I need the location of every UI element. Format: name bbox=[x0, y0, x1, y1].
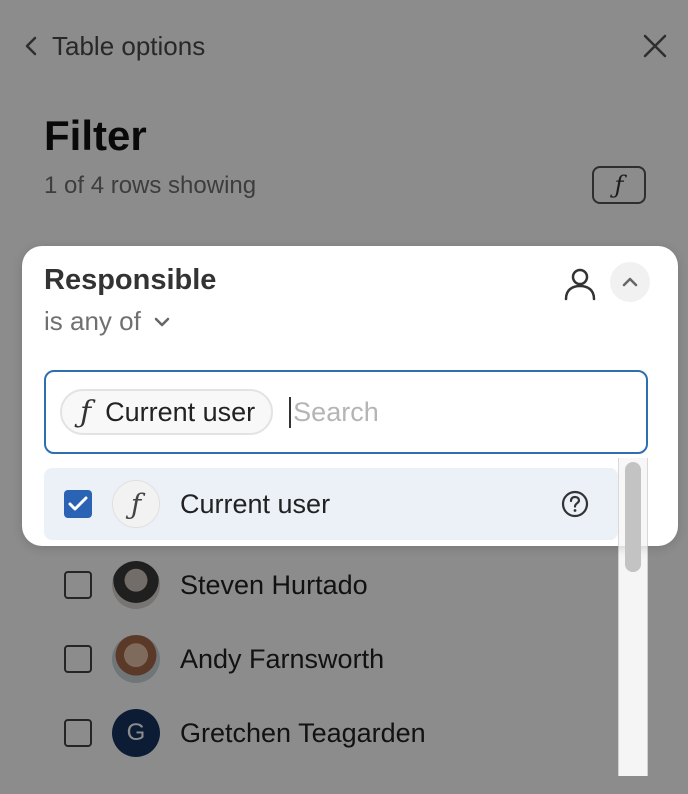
close-button[interactable] bbox=[640, 31, 670, 61]
option-list-scrollbar[interactable] bbox=[618, 458, 648, 572]
help-icon[interactable] bbox=[560, 489, 590, 519]
option-label: Andy Farnsworth bbox=[180, 643, 385, 674]
filter-field-name: Responsible bbox=[44, 264, 217, 296]
function-icon: ƒ bbox=[80, 394, 92, 430]
chevron-up-icon bbox=[622, 277, 638, 287]
option-checkbox[interactable] bbox=[64, 571, 92, 599]
option-label: Steven Hurtado bbox=[180, 569, 368, 600]
scrollbar-thumb[interactable] bbox=[625, 462, 641, 572]
list-item[interactable]: G Gretchen Teagarden bbox=[44, 696, 620, 770]
collapse-button[interactable] bbox=[610, 262, 650, 302]
filter-condition-popover: Responsible is any of ƒ Current user ƒ C… bbox=[22, 246, 678, 572]
back-label: Table options bbox=[52, 30, 206, 61]
function-icon: ƒ bbox=[112, 480, 160, 528]
checkmark-icon bbox=[68, 496, 88, 511]
list-item[interactable]: ƒ Current user bbox=[44, 468, 618, 540]
top-bar: Table options bbox=[22, 28, 670, 64]
list-item[interactable]: Steven Hurtado bbox=[44, 548, 620, 622]
search-input[interactable] bbox=[289, 396, 574, 428]
operator-label: is any of bbox=[44, 306, 141, 336]
list-item[interactable]: Andy Farnsworth bbox=[44, 622, 620, 696]
option-list: Steven Hurtado Andy Farnsworth G Gretche… bbox=[44, 548, 620, 770]
chip-label: Current user bbox=[105, 396, 256, 427]
option-label: Gretchen Teagarden bbox=[180, 717, 426, 748]
option-checkbox[interactable] bbox=[64, 645, 92, 673]
avatar bbox=[112, 635, 160, 683]
option-label: Current user bbox=[180, 488, 331, 519]
chevron-left-icon bbox=[22, 36, 40, 56]
option-checkbox[interactable] bbox=[64, 490, 92, 518]
option-checkbox[interactable] bbox=[64, 719, 92, 747]
person-icon bbox=[562, 266, 598, 302]
selected-value-chip[interactable]: ƒ Current user bbox=[60, 389, 274, 435]
rows-showing-count: 1 of 4 rows showing bbox=[44, 172, 257, 199]
back-to-table-options[interactable]: Table options bbox=[22, 31, 205, 62]
avatar: G bbox=[112, 709, 160, 757]
formula-button[interactable]: ƒ bbox=[592, 166, 646, 204]
function-icon: ƒ bbox=[614, 171, 624, 199]
selected-values-search-box[interactable]: ƒ Current user bbox=[44, 370, 648, 454]
avatar bbox=[112, 561, 160, 609]
chevron-down-icon bbox=[154, 317, 170, 326]
close-icon bbox=[643, 34, 667, 58]
page-title: Filter bbox=[44, 112, 147, 159]
operator-dropdown[interactable]: is any of bbox=[44, 306, 171, 337]
avatar-initial: G bbox=[126, 719, 146, 746]
